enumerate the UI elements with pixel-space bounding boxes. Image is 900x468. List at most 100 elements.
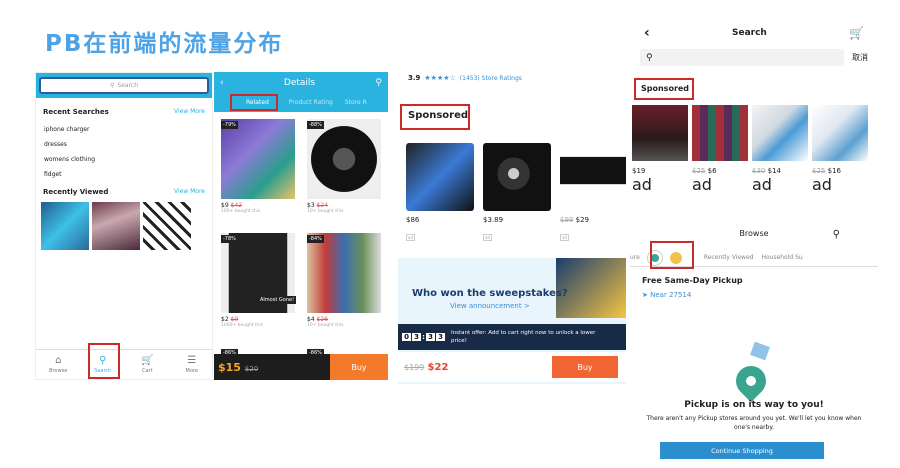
view-announcement-link[interactable]: View announcement > xyxy=(450,302,530,310)
sold-count: 10+ bought this xyxy=(307,209,344,214)
product-price: $2 $9 xyxy=(221,316,239,323)
product-image xyxy=(307,233,381,313)
pickup-description: There aren't any Pickup stores around yo… xyxy=(646,415,862,431)
sold-count: 1000+ bought this xyxy=(221,323,264,328)
tab-recently-viewed[interactable]: Recently Viewed xyxy=(704,254,754,261)
product-price: $25 $6 xyxy=(692,167,717,175)
product-card[interactable]: $25 $16 ad xyxy=(812,105,868,194)
search-icon[interactable]: ⚲ xyxy=(833,229,840,240)
product-card[interactable]: $86 ad xyxy=(406,143,474,243)
recent-search-item[interactable]: fidget xyxy=(36,167,212,182)
sold-count: 10+ bought this xyxy=(307,323,344,328)
highlight-box xyxy=(650,241,694,269)
search-icon[interactable]: ⚲ xyxy=(375,78,382,88)
product-image xyxy=(812,105,868,161)
search-screen: ‹ Search 🛒 ⚲ 取消 Sponsored $19 ad $25 $6 … xyxy=(630,22,878,462)
free-same-day-pickup-title: Free Same-Day Pickup xyxy=(642,276,743,285)
store-rating: 3.9 ★★★★☆ (1453) Store Ratings xyxy=(408,74,522,82)
product-card[interactable]: -88% $3 $24 10+ bought this xyxy=(304,116,386,226)
ad-tag: ad xyxy=(812,175,832,194)
tab-browse[interactable]: ⌂ Browse xyxy=(43,355,73,374)
ad-tag: ad xyxy=(632,175,652,194)
discount-badge: -78% xyxy=(221,235,238,243)
recently-viewed-title: Recently Viewed xyxy=(43,188,109,196)
search-icon: ⚲ xyxy=(646,52,653,63)
buy-bar: $199 $22 Buy xyxy=(398,352,626,382)
product-card[interactable]: $99 $29 ad xyxy=(560,143,626,243)
tab-product-rating[interactable]: Product Rating xyxy=(289,99,333,106)
product-price: $9 $42 xyxy=(221,202,243,209)
rating-count[interactable]: (1453) Store Ratings xyxy=(460,75,522,82)
recent-search-item[interactable]: womens clothing xyxy=(36,152,212,167)
recent-searches-header: Recent Searches View More xyxy=(36,108,212,116)
search-input[interactable]: ⚲ Search xyxy=(39,77,209,94)
discount-badge: -79% xyxy=(221,121,238,129)
product-image xyxy=(692,105,748,161)
product-price: $99 $29 xyxy=(560,216,589,224)
product-thumbnail[interactable] xyxy=(92,202,140,250)
product-thumbnail[interactable] xyxy=(41,202,89,250)
sold-count: 100+ bought this xyxy=(221,209,261,214)
highlight-box xyxy=(88,343,120,379)
product-card[interactable]: $25 $6 ad xyxy=(692,105,748,194)
ad-tag: ad xyxy=(560,234,569,241)
product-thumbnail[interactable] xyxy=(143,202,191,250)
buy-button[interactable]: Buy xyxy=(552,356,618,378)
tab-household[interactable]: Household Su xyxy=(761,254,802,261)
almost-gone-label: Almost Gone! xyxy=(258,296,297,304)
recent-searches-title: Recent Searches xyxy=(43,108,109,116)
cart-icon[interactable]: 🛒 xyxy=(849,26,864,40)
product-card[interactable]: -79% $9 $42 100+ bought this xyxy=(218,116,300,226)
star-rating-icon: ★★★★☆ xyxy=(424,74,456,82)
recent-search-item[interactable]: iphone charger xyxy=(36,122,212,137)
buy-button[interactable]: Buy xyxy=(330,354,388,380)
continue-shopping-button[interactable]: Continue Shopping xyxy=(660,442,824,459)
product-card[interactable]: $3.89 ad xyxy=(483,143,551,243)
product-price: $30 $14 xyxy=(752,167,781,175)
product-card[interactable]: $19 ad xyxy=(632,105,688,194)
menu-icon: ☰ xyxy=(187,355,197,366)
tab-store-rating[interactable]: Store R xyxy=(345,99,367,106)
instant-offer-bar: 03:33 Instant offer: Add to cart right n… xyxy=(398,324,626,350)
recent-search-item[interactable]: dresses xyxy=(36,137,212,152)
back-icon[interactable]: ‹ xyxy=(644,25,650,41)
product-image xyxy=(560,143,626,211)
tab-cart[interactable]: 🛒 Cart xyxy=(132,355,162,374)
bottom-tab-bar: ⌂ Browse ⚲ Search 🛒 Cart ☰ More xyxy=(36,349,212,379)
recently-viewed-list xyxy=(36,202,212,250)
location-near[interactable]: ➤ Near 27514 xyxy=(642,291,691,299)
product-card[interactable]: -84% $4 $26 10+ bought this xyxy=(304,230,386,340)
ad-tag: ad xyxy=(692,175,712,194)
tab-more[interactable]: ☰ More xyxy=(177,355,207,374)
ad-tag: ad xyxy=(406,234,415,241)
tab-partial[interactable]: ure xyxy=(630,254,640,261)
highlight-box xyxy=(400,104,470,130)
page-title: PB在前端的流量分布 xyxy=(45,31,284,57)
search-bar-container: ⚲ Search xyxy=(36,73,212,98)
highlight-box xyxy=(230,94,278,111)
search-input[interactable]: ⚲ xyxy=(640,49,844,66)
product-price: $3.89 xyxy=(483,216,504,224)
related-products-grid: -79% $9 $42 100+ bought this -88% $3 $24… xyxy=(214,112,388,378)
product-details-screen: ‹ Details ⚲ Related Product Rating Store… xyxy=(214,72,388,380)
product-image xyxy=(307,119,381,199)
pickup-illustration xyxy=(722,341,782,404)
product-image xyxy=(406,143,474,211)
offer-text: Instant offer: Add to cart right now to … xyxy=(451,330,596,344)
product-card[interactable]: $30 $14 ad xyxy=(752,105,808,194)
product-price: $86 xyxy=(406,216,420,224)
product-card[interactable]: -78% Almost Gone! $2 $9 1000+ bought thi… xyxy=(218,230,300,340)
view-more-link[interactable]: View More xyxy=(174,108,205,116)
cancel-button[interactable]: 取消 xyxy=(852,52,868,63)
view-more-link[interactable]: View More xyxy=(174,188,205,196)
product-price: $4 $26 xyxy=(307,316,329,323)
search-placeholder: Search xyxy=(117,82,139,89)
search-icon: ⚲ xyxy=(109,82,115,89)
ad-tag: ad xyxy=(752,175,772,194)
product-price: $3 $24 xyxy=(307,202,329,209)
location-arrow-icon: ➤ xyxy=(642,291,648,299)
highlight-box xyxy=(634,78,694,100)
back-icon[interactable]: ‹ xyxy=(220,78,224,88)
pickup-title: Pickup is on its way to you! xyxy=(684,400,824,410)
product-price: $25 $16 xyxy=(812,167,841,175)
